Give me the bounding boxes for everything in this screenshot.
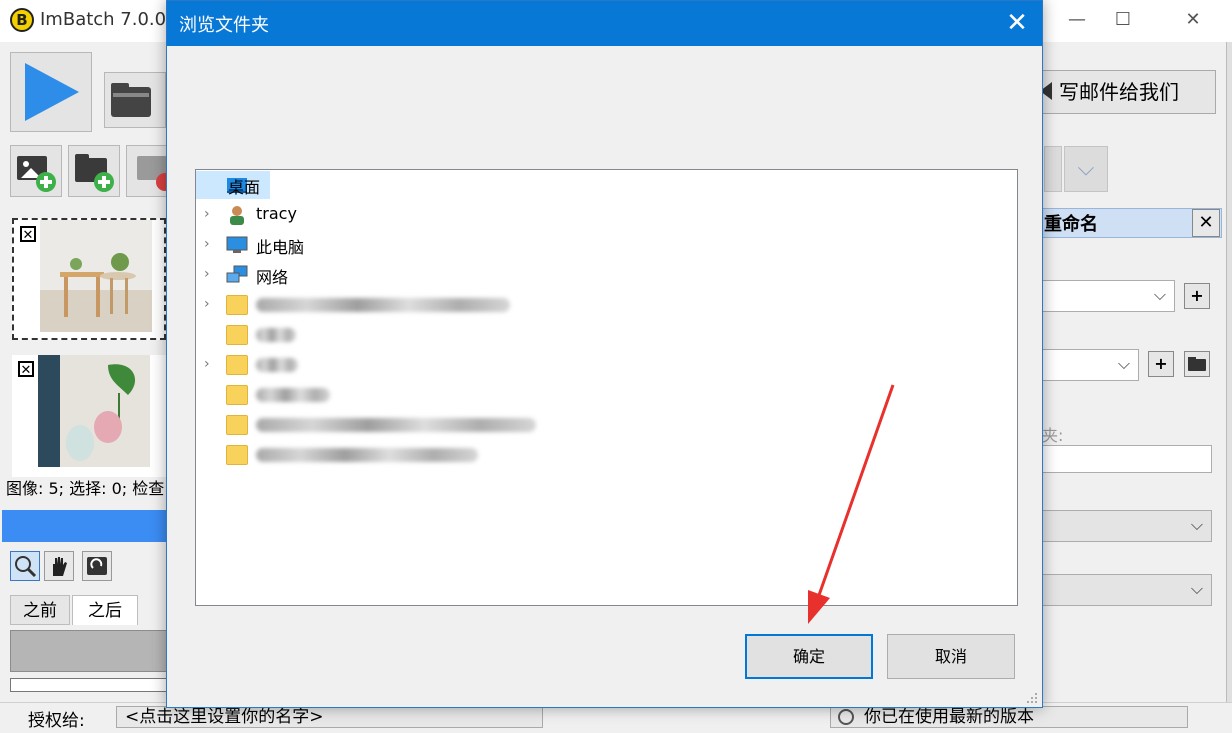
maximize-button[interactable]: ☐ — [1100, 0, 1146, 40]
folder-icon — [226, 325, 248, 345]
chevron-down-icon: ⌵ — [1153, 285, 1166, 304]
browse-folder-button[interactable] — [1184, 351, 1210, 377]
redacted-folder-name — [256, 328, 296, 342]
app-logo-icon: B — [10, 8, 34, 32]
folder-icon — [226, 415, 248, 435]
image-preview — [40, 220, 152, 332]
dropdown-2[interactable]: ⌵ — [1042, 349, 1139, 381]
chevron-down-icon: ⌵ — [1117, 354, 1130, 373]
tree-item-folder[interactable] — [196, 321, 1006, 349]
tree-item-user[interactable]: › tracy — [196, 201, 1006, 229]
dropdown-4[interactable]: ⌵ — [1042, 574, 1212, 606]
remove-thumbnail-icon[interactable]: ✕ — [20, 226, 36, 243]
tree-item-folder[interactable] — [196, 381, 1006, 409]
image-thumbnail[interactable]: ✕ — [12, 355, 166, 477]
computer-icon — [226, 236, 248, 253]
run-button[interactable] — [10, 52, 92, 132]
tree-item-this-pc[interactable]: › 此电脑 — [196, 231, 1006, 259]
folder-icon — [1188, 357, 1206, 371]
side-scrollbar[interactable] — [1226, 42, 1232, 702]
move-up-button[interactable] — [1044, 146, 1062, 192]
tab-after[interactable]: 之后 — [72, 595, 138, 625]
add-image-icon — [17, 156, 56, 192]
redacted-folder-name — [256, 418, 536, 432]
folder-tree[interactable]: 桌面 › tracy › 此电脑 › 网络 › › — [195, 169, 1018, 606]
network-icon — [226, 265, 248, 283]
tree-item-network[interactable]: › 网络 — [196, 261, 1006, 289]
tree-item-folder[interactable]: › — [196, 351, 1006, 379]
dialog-title: 浏览文件夹 — [179, 15, 269, 36]
zoom-tool-button[interactable] — [10, 551, 40, 581]
redacted-folder-name — [256, 448, 478, 462]
browse-folder-dialog: 浏览文件夹 ✕ 桌面 › tracy › 此电脑 › 网络 › › 确定 取消 — [166, 0, 1043, 708]
folder-icon — [226, 295, 248, 315]
folder-icon — [226, 385, 248, 405]
tree-item-folder[interactable] — [196, 411, 1006, 439]
add-folder-icon — [75, 154, 114, 192]
rotate-icon — [87, 557, 107, 575]
image-status-text: 图像: 5; 选择: 0; 检查 — [6, 479, 165, 498]
tree-item-desktop[interactable]: 桌面 — [196, 171, 1006, 199]
redacted-folder-name — [256, 388, 330, 402]
folder-icon — [226, 445, 248, 465]
refresh-icon — [838, 709, 854, 725]
license-label: 授权给: — [28, 711, 85, 731]
app-close-button[interactable]: ✕ — [1170, 0, 1216, 40]
expand-arrow-icon[interactable]: › — [204, 236, 210, 252]
panel-title: 重命名 — [1044, 214, 1098, 235]
preview-scrollbar[interactable] — [10, 678, 170, 692]
progress-bar — [2, 510, 168, 542]
update-status-text: 你已在使用最新的版本 — [864, 707, 1034, 727]
cancel-button[interactable]: 取消 — [887, 634, 1015, 679]
email-us-button[interactable]: 写邮件给我们 — [1042, 70, 1216, 114]
tree-item-label: 网络 — [256, 268, 289, 287]
move-down-button[interactable]: ⌵ — [1064, 146, 1108, 192]
expand-arrow-icon[interactable]: › — [204, 206, 210, 222]
tree-item-label: tracy — [256, 204, 297, 223]
dialog-title-bar — [167, 1, 1042, 46]
folder-icon — [226, 355, 248, 375]
redacted-folder-name — [256, 358, 298, 372]
tree-item-folder[interactable]: › — [196, 291, 1006, 319]
user-icon — [230, 206, 244, 225]
dropdown-1[interactable]: ⌵ — [1042, 280, 1175, 312]
folder-path-input[interactable] — [1042, 445, 1212, 473]
minimize-button[interactable]: — — [1054, 0, 1100, 40]
chevron-down-icon: ⌵ — [1190, 515, 1203, 534]
add-folder-button[interactable] — [68, 145, 120, 197]
expand-arrow-icon[interactable]: › — [204, 296, 210, 312]
image-thumbnail[interactable]: ✕ — [12, 218, 166, 340]
pan-tool-button[interactable] — [44, 551, 74, 581]
chevron-down-icon: ⌵ — [1190, 579, 1203, 598]
folder-open-icon — [111, 83, 151, 117]
resize-grip-icon[interactable] — [1025, 691, 1039, 705]
panel-close-button[interactable]: ✕ — [1192, 209, 1220, 237]
license-name-field[interactable]: <点击这里设置你的名字> — [116, 706, 543, 728]
hand-icon — [53, 557, 67, 576]
play-icon — [25, 63, 79, 121]
expand-arrow-icon[interactable]: › — [204, 266, 210, 282]
dialog-close-button[interactable]: ✕ — [1001, 8, 1033, 40]
app-title: ImBatch 7.0.0 [ — [40, 9, 179, 30]
open-folder-button[interactable] — [104, 72, 166, 128]
ok-button[interactable]: 确定 — [745, 634, 873, 679]
redacted-folder-name — [256, 298, 510, 312]
image-preview — [38, 355, 150, 467]
expand-arrow-icon[interactable]: › — [204, 356, 210, 372]
zoom-icon — [15, 556, 37, 578]
tree-item-label: 此电脑 — [256, 238, 305, 257]
add-button[interactable]: + — [1184, 283, 1210, 309]
add-button[interactable]: + — [1148, 351, 1174, 377]
tab-before[interactable]: 之前 — [10, 595, 70, 625]
folder-field-label: 夹: — [1042, 426, 1064, 445]
preview-area — [10, 630, 170, 672]
remove-thumbnail-icon[interactable]: ✕ — [18, 361, 34, 378]
rotate-button[interactable] — [82, 551, 112, 581]
tree-item-label: 桌面 — [228, 178, 261, 197]
dropdown-3[interactable]: ⌵ — [1042, 510, 1212, 542]
add-image-button[interactable] — [10, 145, 62, 197]
tree-item-folder[interactable] — [196, 441, 1006, 469]
